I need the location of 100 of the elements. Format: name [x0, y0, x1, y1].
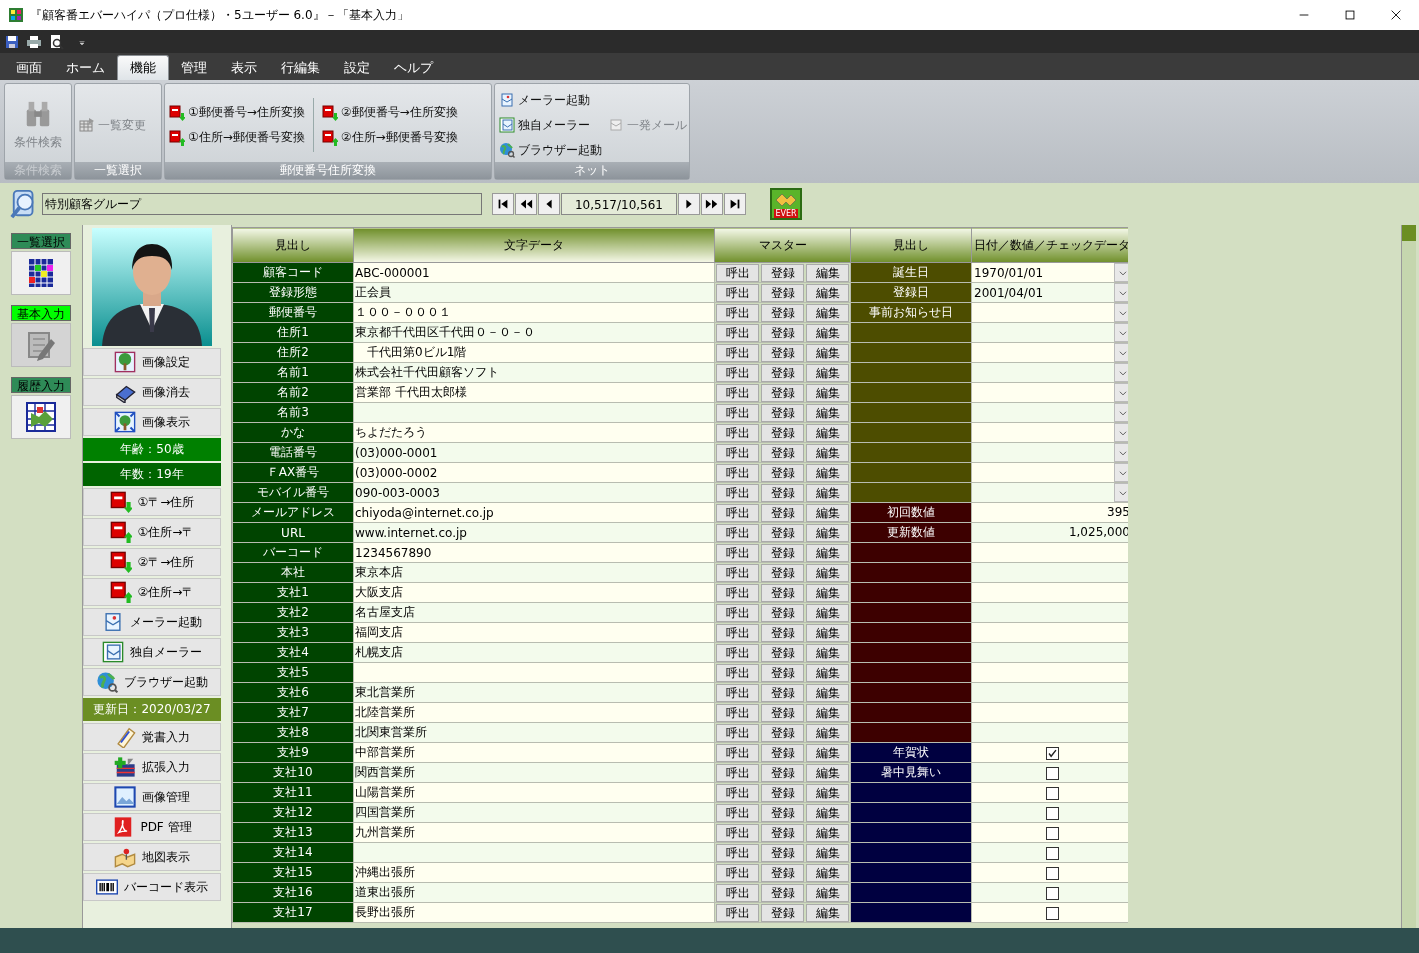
- master-button[interactable]: 呼出: [716, 663, 759, 682]
- master-button[interactable]: 登録: [761, 843, 804, 862]
- master-button[interactable]: 呼出: [716, 603, 759, 622]
- master-button[interactable]: 登録: [761, 883, 804, 902]
- master-button[interactable]: 呼出: [716, 523, 759, 542]
- master-button[interactable]: 編集: [806, 603, 849, 622]
- master-button[interactable]: 編集: [806, 583, 849, 602]
- master-button[interactable]: 編集: [806, 423, 849, 442]
- master-button[interactable]: 登録: [761, 623, 804, 642]
- side-button[interactable]: 画像設定: [83, 348, 221, 376]
- master-button[interactable]: 登録: [761, 463, 804, 482]
- side-button[interactable]: 拡張入力: [83, 753, 221, 781]
- master-button[interactable]: 編集: [806, 443, 849, 462]
- side-button[interactable]: バーコード表示: [83, 873, 221, 901]
- menu-tab[interactable]: 表示: [219, 56, 269, 80]
- number-field[interactable]: 395: [972, 503, 1128, 522]
- menu-tab[interactable]: 機能: [117, 55, 169, 80]
- master-button[interactable]: 登録: [761, 263, 804, 282]
- menu-tab[interactable]: ホーム: [54, 56, 117, 80]
- master-button[interactable]: 呼出: [716, 263, 759, 282]
- master-button[interactable]: 編集: [806, 723, 849, 742]
- master-button[interactable]: 呼出: [716, 763, 759, 782]
- date-field[interactable]: 1970/01/01: [972, 263, 1128, 282]
- checkbox[interactable]: [1045, 846, 1059, 860]
- master-button[interactable]: 編集: [806, 823, 849, 842]
- master-button[interactable]: 登録: [761, 483, 804, 502]
- master-button[interactable]: 登録: [761, 323, 804, 342]
- side-button[interactable]: 覚書入力: [83, 723, 221, 751]
- master-button[interactable]: 登録: [761, 343, 804, 362]
- master-button[interactable]: 編集: [806, 403, 849, 422]
- master-button[interactable]: 編集: [806, 263, 849, 282]
- master-button[interactable]: 登録: [761, 723, 804, 742]
- master-button[interactable]: 登録: [761, 903, 804, 922]
- master-button[interactable]: 登録: [761, 283, 804, 302]
- menu-tab[interactable]: ヘルプ: [382, 56, 445, 80]
- master-button[interactable]: 編集: [806, 303, 849, 322]
- master-button[interactable]: 編集: [806, 663, 849, 682]
- master-button[interactable]: 登録: [761, 383, 804, 402]
- master-button[interactable]: 登録: [761, 423, 804, 442]
- printer-icon[interactable]: [26, 33, 42, 50]
- mode-button[interactable]: [11, 395, 71, 439]
- ribbon-button[interactable]: ブラウザー起動: [499, 139, 602, 161]
- master-button[interactable]: 呼出: [716, 643, 759, 662]
- master-button[interactable]: 登録: [761, 863, 804, 882]
- scrollbar[interactable]: [1401, 225, 1416, 928]
- master-button[interactable]: 編集: [806, 343, 849, 362]
- preview-icon[interactable]: [48, 33, 64, 50]
- master-button[interactable]: 呼出: [716, 443, 759, 462]
- master-button[interactable]: 編集: [806, 543, 849, 562]
- previous-record-button[interactable]: [538, 193, 560, 215]
- master-button[interactable]: 呼出: [716, 543, 759, 562]
- master-button[interactable]: 登録: [761, 643, 804, 662]
- master-button[interactable]: 編集: [806, 463, 849, 482]
- master-button[interactable]: 登録: [761, 583, 804, 602]
- master-button[interactable]: 呼出: [716, 623, 759, 642]
- menu-tab[interactable]: 設定: [332, 56, 382, 80]
- master-button[interactable]: 呼出: [716, 803, 759, 822]
- master-button[interactable]: 呼出: [716, 483, 759, 502]
- checkbox[interactable]: [1045, 866, 1059, 880]
- checkbox[interactable]: [1045, 766, 1059, 780]
- master-button[interactable]: 編集: [806, 743, 849, 762]
- checkbox[interactable]: [1045, 906, 1059, 920]
- master-button[interactable]: 登録: [761, 563, 804, 582]
- master-button[interactable]: 登録: [761, 663, 804, 682]
- master-button[interactable]: 呼出: [716, 463, 759, 482]
- ribbon-button[interactable]: ①郵便番号→住所変換: [169, 101, 305, 124]
- side-button[interactable]: ②〒→住所: [83, 548, 221, 576]
- master-button[interactable]: 呼出: [716, 843, 759, 862]
- master-button[interactable]: 呼出: [716, 863, 759, 882]
- master-button[interactable]: 呼出: [716, 903, 759, 922]
- master-button[interactable]: 編集: [806, 363, 849, 382]
- master-button[interactable]: 呼出: [716, 883, 759, 902]
- side-button[interactable]: メーラー起動: [83, 608, 221, 636]
- master-button[interactable]: 登録: [761, 823, 804, 842]
- checkbox[interactable]: [1045, 826, 1059, 840]
- side-button[interactable]: 画像表示: [83, 408, 221, 436]
- last-record-button[interactable]: [724, 193, 746, 215]
- side-button[interactable]: 画像消去: [83, 378, 221, 406]
- master-button[interactable]: 呼出: [716, 563, 759, 582]
- master-button[interactable]: 登録: [761, 603, 804, 622]
- master-button[interactable]: 編集: [806, 523, 849, 542]
- master-button[interactable]: 編集: [806, 783, 849, 802]
- master-button[interactable]: 呼出: [716, 423, 759, 442]
- master-button[interactable]: 編集: [806, 623, 849, 642]
- master-button[interactable]: 登録: [761, 503, 804, 522]
- master-button[interactable]: 登録: [761, 803, 804, 822]
- master-button[interactable]: 編集: [806, 763, 849, 782]
- master-button[interactable]: 呼出: [716, 363, 759, 382]
- side-button[interactable]: 独自メーラー: [83, 638, 221, 666]
- ribbon-button[interactable]: メーラー起動: [499, 89, 602, 111]
- next-record-button[interactable]: [678, 193, 700, 215]
- master-button[interactable]: 呼出: [716, 383, 759, 402]
- master-button[interactable]: 編集: [806, 903, 849, 922]
- master-button[interactable]: 編集: [806, 503, 849, 522]
- master-button[interactable]: 呼出: [716, 683, 759, 702]
- master-button[interactable]: 登録: [761, 403, 804, 422]
- master-button[interactable]: 呼出: [716, 783, 759, 802]
- checkbox[interactable]: [1045, 886, 1059, 900]
- checkbox[interactable]: [1045, 746, 1059, 760]
- logo-button[interactable]: EVER: [770, 188, 802, 220]
